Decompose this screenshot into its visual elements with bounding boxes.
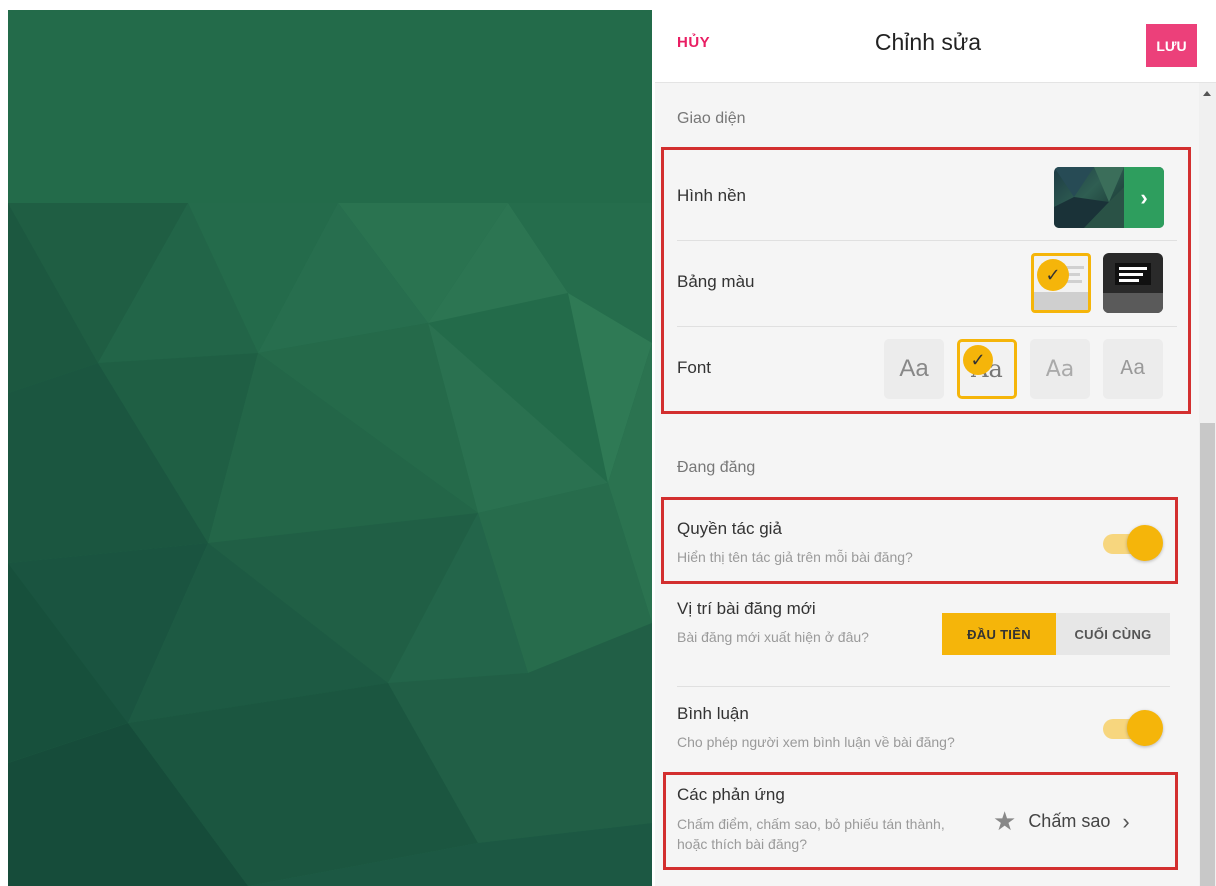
reactions-selector[interactable]: ★ Chấm sao › [993, 806, 1130, 837]
new-post-position-description: Bài đăng mới xuất hiện ở đâu? [677, 629, 869, 645]
check-icon: ✓ [963, 345, 993, 375]
comments-description: Cho phép người xem bình luận về bài đăng… [677, 734, 955, 750]
font-option-mono[interactable]: Aa [1103, 339, 1163, 399]
position-first-button[interactable]: ĐẦU TIÊN [942, 613, 1056, 655]
font-option-light[interactable]: Aa [1030, 339, 1090, 399]
wallpaper-label: Hình nền [677, 186, 746, 205]
position-last-button[interactable]: CUỐI CÙNG [1056, 613, 1170, 655]
scrollbar[interactable] [1199, 83, 1216, 886]
divider [677, 686, 1170, 687]
board-background [8, 10, 652, 886]
panel-header: HỦY Chỉnh sửa LƯU [655, 10, 1216, 83]
section-posting-label: Đang đăng [677, 459, 756, 476]
wallpaper-thumbnail [1054, 167, 1124, 228]
reactions-description: Chấm điểm, chấm sao, bỏ phiếu tán thành,… [677, 816, 945, 852]
palette-label: Bảng màu [677, 272, 755, 291]
toggle-knob [1127, 710, 1163, 746]
author-description: Hiển thị tên tác giả trên mỗi bài đăng? [677, 549, 913, 565]
author-toggle[interactable] [1101, 525, 1163, 561]
chevron-right-icon: › [1122, 808, 1130, 834]
palette-option-dark[interactable] [1103, 253, 1163, 313]
scroll-thumb[interactable] [1200, 423, 1215, 886]
palette-image-block [1034, 292, 1088, 310]
toggle-knob [1127, 525, 1163, 561]
reactions-label: Các phản ứng [677, 785, 785, 804]
star-icon: ★ [993, 806, 1017, 836]
check-icon: ✓ [1037, 259, 1069, 291]
font-option-serif[interactable]: Aa ✓ [957, 339, 1017, 399]
author-label: Quyền tác giả [677, 519, 782, 538]
comments-toggle[interactable] [1101, 710, 1163, 746]
palette-text-block [1115, 263, 1151, 285]
edit-settings-panel: HỦY Chỉnh sửa LƯU Giao diện Hình nền › B… [655, 10, 1216, 886]
font-option-sans[interactable]: Aa [884, 339, 944, 399]
scroll-up-icon[interactable] [1203, 91, 1211, 96]
reactions-value: Chấm sao [1028, 811, 1111, 831]
comments-label: Bình luận [677, 704, 749, 723]
page-title: Chỉnh sửa [874, 29, 982, 55]
background-polygons [8, 203, 652, 886]
new-post-position-label: Vị trí bài đăng mới [677, 599, 816, 618]
save-button[interactable]: LƯU [1146, 24, 1197, 67]
section-appearance-label: Giao diện [677, 110, 746, 127]
palette-image-block [1103, 293, 1163, 313]
palette-option-light[interactable]: ✓ [1031, 253, 1091, 313]
divider [677, 240, 1177, 241]
chevron-right-icon: › [1124, 167, 1164, 228]
font-label: Font [677, 358, 712, 377]
wallpaper-picker[interactable]: › [1054, 167, 1164, 228]
divider [677, 326, 1177, 327]
